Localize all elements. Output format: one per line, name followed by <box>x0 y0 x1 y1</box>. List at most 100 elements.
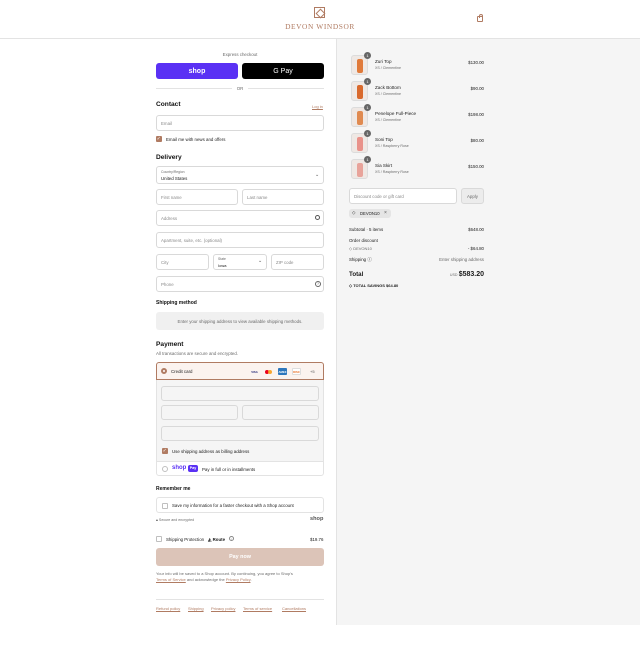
save-info-option[interactable]: Save my information for a faster checkou… <box>156 497 324 513</box>
mastercard-icon <box>264 369 273 375</box>
product-variant: XS / Raspberry Rose <box>375 170 409 174</box>
payment-subtitle: All transactions are secure and encrypte… <box>156 351 239 356</box>
credit-card-option[interactable]: Credit card VISA AMEX DISC +5 <box>156 362 324 380</box>
shop-pay-option[interactable]: shop Pay Pay in full or in installments <box>156 461 324 476</box>
cart-item: 1 Zack Bottom XS / Clementine $90.00 <box>349 78 485 102</box>
discount-placeholder: Discount code or gift card <box>354 194 404 199</box>
email-placeholder: Email <box>161 121 172 126</box>
discount-tag: ◇ DEVON10 × <box>349 209 391 218</box>
total-savings-value: $64.80 <box>386 283 399 288</box>
apartment-placeholder: Apartment, suite, etc. (optional) <box>161 238 223 243</box>
total-savings-label: TOTAL SAVINGS <box>353 283 385 288</box>
city-field[interactable]: City <box>156 254 209 270</box>
shop-pay-badge: Pay <box>188 465 198 472</box>
credit-card-radio[interactable] <box>161 368 167 374</box>
currency-code: USD <box>449 273 458 277</box>
card-cvv-field[interactable] <box>242 405 319 420</box>
cart-item: 1 Zuri Top XS / Clementine $130.00 <box>349 52 485 76</box>
footer-link-privacy[interactable]: Privacy policy <box>211 606 235 611</box>
terms-and: and acknowledge the <box>186 577 225 583</box>
product-price: $130.00 <box>468 60 484 65</box>
save-info-checkbox[interactable] <box>162 503 168 509</box>
discount-input[interactable]: Discount code or gift card <box>349 188 457 204</box>
shipping-protection-price: $19.76 <box>310 537 324 542</box>
phone-placeholder: Phone <box>161 282 174 287</box>
shop-pay-logo: shop <box>188 67 206 75</box>
total-value: $583.20 <box>458 271 484 278</box>
news-checkbox[interactable] <box>156 136 162 142</box>
country-label: Country/Region <box>161 170 185 174</box>
shop-pay-label: Pay in full or in installments <box>202 467 256 472</box>
card-expiry-field[interactable] <box>161 405 238 420</box>
shipping-method-heading: Shipping method <box>156 300 197 306</box>
chevron-down-icon: ⌄ <box>258 258 263 264</box>
state-value: Iowa <box>218 263 227 268</box>
apply-button[interactable]: Apply <box>461 188 484 204</box>
footer-link-cancellations[interactable]: Cancellations <box>282 606 306 611</box>
product-variant: XS / Clementine <box>375 92 401 96</box>
amex-icon: AMEX <box>278 368 287 375</box>
delivery-heading: Delivery <box>156 154 182 161</box>
terms-text: Your info will be saved to a Shop accoun… <box>156 571 326 584</box>
last-name-placeholder: Last name <box>247 195 268 200</box>
state-select[interactable]: State Iowa ⌄ <box>213 254 267 270</box>
terms-of-service-link[interactable]: Terms of Service <box>156 577 186 582</box>
phone-field[interactable]: Phone ? <box>156 276 324 292</box>
secure-label: Secure and encrypted <box>158 518 195 522</box>
save-info-label: Save my information for a faster checkou… <box>172 503 294 508</box>
cart-item: 1 Sia Skirt XS / Raspberry Rose $150.00 <box>349 156 485 180</box>
shop-pay-logo: shop <box>172 465 187 471</box>
route-logo: ◭ Route <box>208 537 225 543</box>
discount-value: - $64.80 <box>467 246 484 251</box>
search-icon <box>315 215 320 220</box>
country-select[interactable]: Country/Region United States ⌄ <box>156 166 324 184</box>
footer-link-refund[interactable]: Refund policy <box>156 606 180 611</box>
payment-heading: Payment <box>156 341 184 348</box>
quantity-badge: 1 <box>364 156 371 163</box>
address-field[interactable]: Address <box>156 210 324 226</box>
shop-pay-button[interactable]: shop <box>156 63 238 79</box>
first-name-placeholder: First name <box>161 195 182 200</box>
footer-link-shipping[interactable]: Shipping <box>188 606 204 611</box>
footer-link-terms[interactable]: Terms of service <box>243 606 272 611</box>
address-placeholder: Address <box>161 216 178 221</box>
country-value: United States <box>161 176 188 181</box>
chevron-down-icon: ⌄ <box>315 172 320 178</box>
pay-now-button[interactable]: Pay now <box>156 548 324 566</box>
email-field[interactable]: Email <box>156 115 324 131</box>
terms-line1: Your info will be saved to a Shop accoun… <box>156 571 293 576</box>
quantity-badge: 1 <box>364 78 371 85</box>
billing-checkbox[interactable] <box>162 448 168 454</box>
google-pay-button[interactable]: G Pay <box>242 63 324 79</box>
first-name-field[interactable]: First name <box>156 189 238 205</box>
shipping-protection-label: Shipping Protection <box>166 537 205 542</box>
apartment-field[interactable]: Apartment, suite, etc. (optional) <box>156 232 324 248</box>
card-number-field[interactable] <box>161 386 319 401</box>
help-icon[interactable]: ? <box>315 281 321 287</box>
product-price: $90.00 <box>470 86 484 91</box>
last-name-field[interactable]: Last name <box>242 189 324 205</box>
shipping-notice: Enter your shipping address to view avai… <box>156 312 324 330</box>
discover-icon: DISC <box>292 368 301 375</box>
state-label: State <box>218 257 226 261</box>
login-link[interactable]: Log in <box>312 104 323 109</box>
card-name-field[interactable] <box>161 426 319 441</box>
privacy-policy-link[interactable]: Privacy Policy <box>226 577 251 582</box>
brand-logo-icon[interactable] <box>314 7 325 18</box>
remove-discount-icon[interactable]: × <box>384 210 387 216</box>
info-icon[interactable]: i <box>229 536 234 541</box>
secure-text: 🔒︎ Secure and encrypted <box>156 518 194 522</box>
shipping-protection-checkbox[interactable] <box>156 536 162 542</box>
terms-period: . <box>250 577 252 583</box>
express-checkout-label: Express checkout <box>222 52 258 57</box>
visa-icon: VISA <box>251 370 258 374</box>
product-price: $150.00 <box>468 164 484 169</box>
shop-pay-radio[interactable] <box>162 466 168 472</box>
zip-field[interactable]: ZIP code <box>271 254 324 270</box>
product-price: $80.00 <box>470 138 484 143</box>
shopping-bag-icon[interactable] <box>477 14 483 22</box>
page-header: DEVON WINDSOR <box>0 0 640 39</box>
shop-logo: shop <box>310 516 324 522</box>
brand-name[interactable]: DEVON WINDSOR <box>270 22 370 31</box>
product-variant: XS / Clementine <box>375 118 401 122</box>
